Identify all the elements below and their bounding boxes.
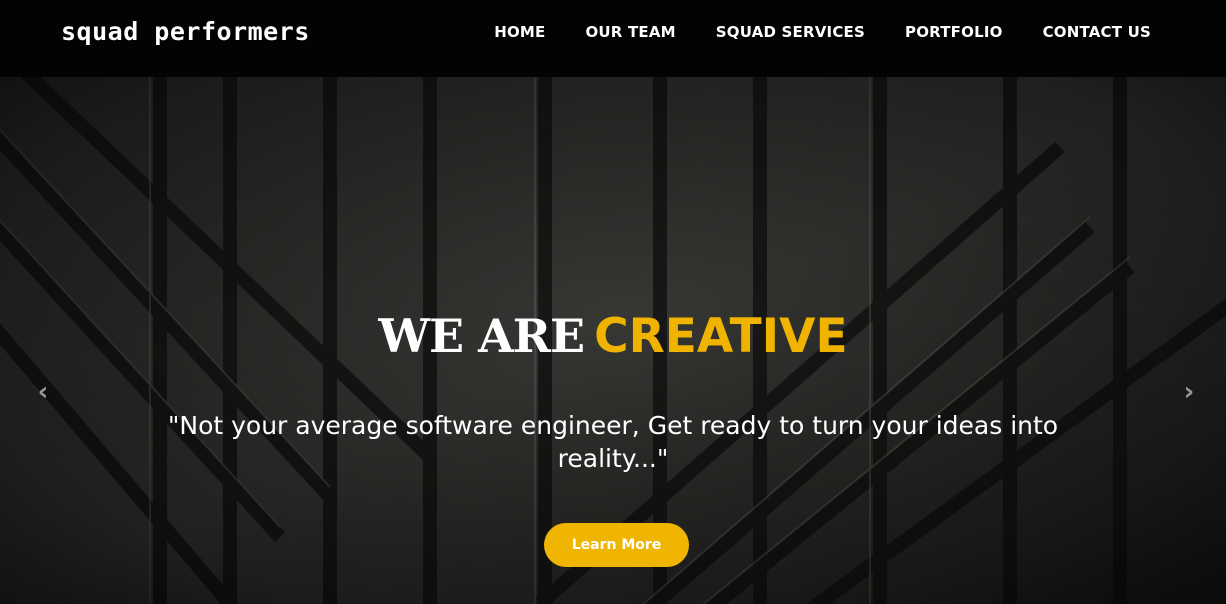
nav-item-our-team: OUR TEAM [585,22,675,41]
hero-tagline: "Not your average software engineer, Get… [167,411,1059,473]
nav-item-home: HOME [494,22,545,41]
nav-link-home[interactable]: HOME [494,23,545,41]
hero-content: WE ARE CREATIVE "Not your average softwar… [0,77,1226,604]
headline-accent-text: CREATIVE [594,309,848,364]
nav-item-squad-services: SQUAD SERVICES [716,22,865,41]
nav-item-portfolio: PORTFOLIO [905,22,1003,41]
navbar: squad performers HOME OUR TEAM SQUAD SER… [0,0,1226,77]
page: squad performers HOME OUR TEAM SQUAD SER… [0,0,1226,604]
hero-carousel: WE ARE CREATIVE "Not your average softwar… [0,77,1226,604]
nav-link-squad-services[interactable]: SQUAD SERVICES [716,23,865,41]
nav-link-our-team[interactable]: OUR TEAM [585,23,675,41]
headline-main-text: WE ARE [378,309,585,363]
nav-link-portfolio[interactable]: PORTFOLIO [905,23,1003,41]
chevron-left-icon[interactable]: ‹ [31,377,55,407]
chevron-right-icon[interactable]: › [1177,377,1201,407]
brand-logo[interactable]: squad performers [61,17,310,46]
nav-item-contact-us: CONTACT US [1043,22,1151,41]
nav-menu: HOME OUR TEAM SQUAD SERVICES PORTFOLIO C… [454,22,1151,41]
nav-link-contact-us[interactable]: CONTACT US [1043,23,1151,41]
learn-more-button[interactable]: Learn More [544,523,689,567]
hero-headline: WE ARE CREATIVE [0,313,1226,360]
